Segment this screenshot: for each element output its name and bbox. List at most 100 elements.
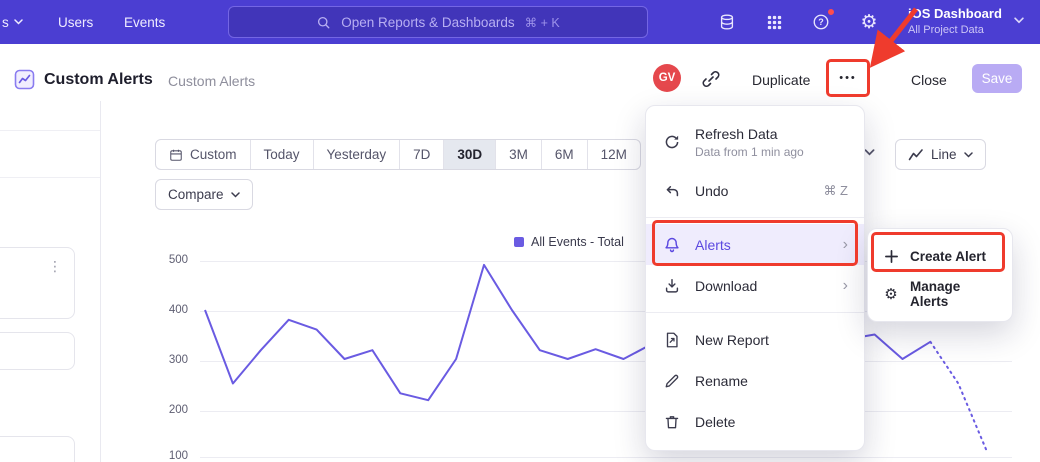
range-yesterday[interactable]: Yesterday [314,140,401,169]
range-label: 3M [509,147,528,162]
chevron-right-icon: › [843,237,848,253]
alerts-label: Alerts [695,237,830,253]
refresh-label: Refresh Data [695,126,848,142]
delete-label: Delete [695,414,848,430]
range-custom-label: Custom [190,147,237,162]
y-axis-tick: 200 [158,404,188,416]
project-title: iOS Dashboard [908,6,1002,21]
range-label: Yesterday [327,147,387,162]
save-button[interactable]: Save [972,64,1022,93]
nav-item-users[interactable]: Users [58,0,93,44]
sidebar-divider [100,101,101,462]
sidebar-row-divider [0,177,100,178]
new-report-icon [662,330,682,350]
sidebar-card[interactable] [0,436,75,462]
menu-item-undo[interactable]: Undo ⌘ Z [646,170,864,211]
download-icon [662,276,682,296]
range-30d-selected[interactable]: 30D [444,140,496,169]
chevron-down-icon [231,192,240,198]
sidebar-card[interactable]: ⋮ [0,247,75,319]
submenu-item-manage-alerts[interactable]: ⚙ Manage Alerts [868,275,1012,313]
refresh-icon [662,132,682,152]
settings-gear-icon[interactable]: ⚙ [858,11,880,33]
chevron-right-icon: › [843,278,848,294]
search-icon [316,15,331,30]
avatar[interactable]: GV [653,64,681,92]
top-navbar: s Users Events Open Reports & Dashboards… [0,0,1040,44]
submenu-item-create-alert[interactable]: Create Alert [868,237,1012,275]
report-chart-icon [14,69,35,90]
calendar-icon [169,148,183,162]
menu-divider [646,312,864,313]
nav-item-events[interactable]: Events [124,0,165,44]
menu-item-download[interactable]: Download › [646,265,864,306]
notification-dot [827,8,835,16]
undo-shortcut: ⌘ Z [823,183,848,199]
range-7d[interactable]: 7D [400,140,444,169]
project-selector[interactable]: iOS Dashboard All Project Data [908,6,1002,36]
global-search-input[interactable]: Open Reports & Dashboards ⌘ + K [228,6,648,38]
compare-button[interactable]: Compare [155,179,253,210]
range-label: 30D [457,147,482,162]
chart-type-label: Line [931,147,957,162]
menu-item-refresh-data[interactable]: Refresh Data Data from 1 min ago [646,114,864,170]
range-12m[interactable]: 12M [588,140,640,169]
legend-label: All Events - Total [531,235,624,249]
y-axis-tick: 400 [158,304,188,316]
y-axis-tick: 500 [158,254,188,266]
chart-legend: All Events - Total [514,235,624,249]
menu-item-delete[interactable]: Delete [646,401,864,442]
chevron-down-icon [964,152,973,158]
line-chart-icon [908,148,924,162]
chevron-down-icon[interactable] [864,149,875,156]
range-label: Today [264,147,300,162]
undo-icon [662,181,682,201]
alerts-submenu: Create Alert ⚙ Manage Alerts [867,228,1013,322]
range-label: 6M [555,147,574,162]
range-custom[interactable]: Custom [156,140,251,169]
pencil-icon [662,371,682,391]
trash-icon [662,412,682,432]
manage-alerts-label: Manage Alerts [910,279,998,309]
data-sources-icon[interactable] [716,11,738,33]
date-range-segmented-control: Custom Today Yesterday 7D 30D 3M 6M 12M [155,139,641,170]
refresh-sublabel: Data from 1 min ago [695,145,848,159]
nav-events-label: Events [124,15,165,30]
range-3m[interactable]: 3M [496,140,542,169]
kebab-menu-icon[interactable]: ⋮ [48,258,62,275]
menu-item-rename[interactable]: Rename [646,360,864,401]
svg-text:?: ? [818,17,824,27]
close-button[interactable]: Close [911,72,947,88]
nav-users-label: Users [58,15,93,30]
page-title: Custom Alerts [44,71,153,89]
more-options-button[interactable]: ••• [831,67,865,89]
copy-link-icon[interactable] [701,69,721,89]
compare-label: Compare [168,187,224,202]
chevron-down-icon[interactable] [1014,17,1024,24]
breadcrumb: Custom Alerts [168,73,255,89]
alert-bell-icon [662,235,682,255]
menu-item-new-report[interactable]: New Report [646,319,864,360]
duplicate-button[interactable]: Duplicate [752,72,810,88]
plus-icon [882,247,900,265]
nav-item-partial[interactable]: s [2,0,23,44]
project-subtitle: All Project Data [908,24,1002,36]
range-today[interactable]: Today [251,140,314,169]
chevron-down-icon [14,19,23,25]
help-icon[interactable]: ? [810,11,832,33]
sidebar-card[interactable] [0,332,75,370]
menu-divider [646,217,864,218]
more-options-menu: Refresh Data Data from 1 min ago Undo ⌘ … [645,105,865,451]
sidebar-row-divider [0,130,100,131]
gear-icon: ⚙ [882,285,900,303]
legend-swatch [514,237,524,247]
chart-type-button[interactable]: Line [895,139,986,170]
undo-label: Undo [695,183,810,199]
y-axis-tick: 300 [158,354,188,366]
rename-label: Rename [695,373,848,389]
range-6m[interactable]: 6M [542,140,588,169]
app-window: s Users Events Open Reports & Dashboards… [0,0,1040,462]
apps-grid-icon[interactable] [763,11,785,33]
search-placeholder: Open Reports & Dashboards [341,15,514,30]
menu-item-alerts[interactable]: Alerts › [646,224,864,265]
